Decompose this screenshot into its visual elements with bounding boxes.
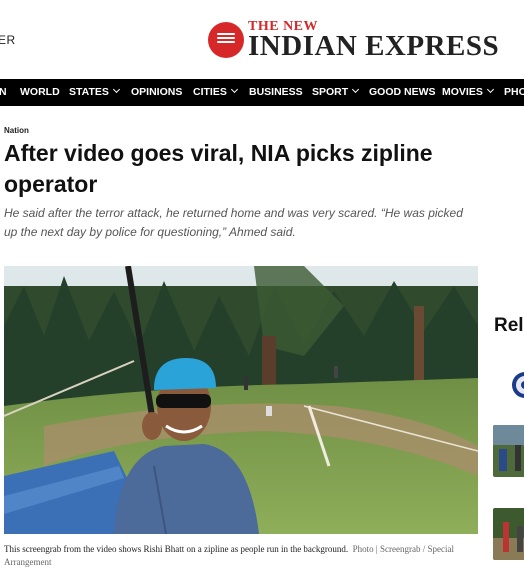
nav-item-good-news[interactable]: GOOD NEWS [369,79,436,106]
nav-label: BUSINESS [249,86,303,98]
nav-item-cities[interactable]: CITIES [193,79,238,106]
nav-item-partial[interactable]: N [0,79,7,106]
logo-main-text: INDIAN EXPRESS [248,30,500,62]
nav-item-world[interactable]: WORLD [20,79,60,106]
chevron-down-icon [112,85,120,94]
section-link[interactable]: Nation [4,126,29,135]
related-thumb-image [493,355,524,415]
top-left-label[interactable]: ER [0,33,16,47]
chevron-down-icon [230,85,238,94]
nav-label: SPORT [312,86,349,98]
nav-label: STATES [69,86,109,98]
related-thumb-image [493,425,524,477]
article-headline: After video goes viral, NIA picks ziplin… [4,140,433,197]
nav-item-states[interactable]: STATES [69,79,120,106]
article-summary: He said after the terror attack, he retu… [4,206,463,239]
nav-item-sport[interactable]: SPORT [312,79,360,106]
caption-text: This screengrab from the video shows Ris… [4,544,349,554]
nav-label: MOVIES [442,86,483,98]
nav-label: GOOD NEWS [369,86,436,98]
chevron-down-icon [352,85,360,94]
chevron-down-icon [486,85,494,94]
nav-label: CITIES [193,86,227,98]
nav-label: PHO [504,86,524,98]
nav-item-business[interactable]: BUSINESS [249,79,303,106]
nav-item-opinions[interactable]: OPINIONS [131,79,182,106]
nav-item-movies[interactable]: MOVIES [442,79,494,106]
nav-label: N [0,86,7,98]
nav-label: WORLD [20,86,60,98]
logo-emblem-icon [208,22,244,58]
related-thumbnail[interactable] [493,425,524,477]
article-photo[interactable] [4,266,478,534]
zipline-photo-illustration [4,266,478,534]
related-title: Rela [494,315,524,336]
main-nav: N WORLD STATES OPINIONS CITIES BUSINESS … [0,79,524,106]
nav-label: OPINIONS [131,86,183,98]
related-thumb-image [493,508,524,560]
masthead: ER THE NEW INDIAN EXPRESS [0,0,524,78]
related-thumbnail[interactable] [493,508,524,560]
nav-item-photos[interactable]: PHO [504,79,524,106]
photo-caption: This screengrab from the video shows Ris… [4,543,478,569]
related-thumbnail[interactable] [493,355,524,415]
